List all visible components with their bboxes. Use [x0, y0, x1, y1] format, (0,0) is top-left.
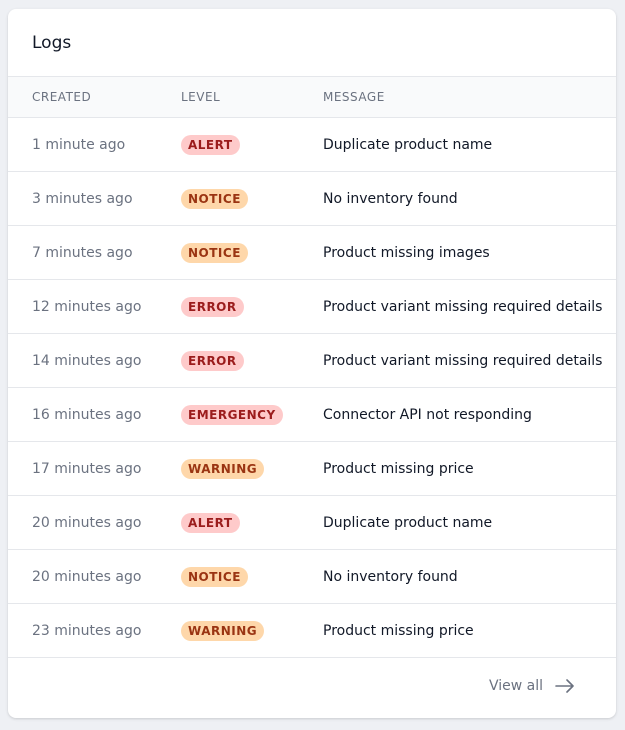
log-level-cell: NOTICE — [181, 188, 248, 209]
log-level-cell: EMERGENCY — [181, 404, 283, 425]
level-badge: WARNING — [181, 459, 265, 479]
column-header-created: CREATED — [32, 90, 92, 104]
table-row: 17 minutes ago WARNING Product missing p… — [8, 442, 616, 496]
view-all-label: View all — [488, 678, 543, 694]
level-badge: WARNING — [181, 621, 265, 641]
log-created: 1 minute ago — [32, 136, 126, 153]
table-row: 20 minutes ago NOTICE No inventory found — [8, 550, 616, 604]
table-row: 16 minutes ago EMERGENCY Connector API n… — [8, 388, 616, 442]
log-created: 20 minutes ago — [32, 568, 142, 585]
table-header: CREATED LEVEL MESSAGE — [8, 77, 616, 118]
level-badge: ALERT — [181, 135, 240, 155]
log-message: Product missing price — [323, 460, 474, 477]
log-level-cell: NOTICE — [181, 242, 248, 263]
level-badge: NOTICE — [181, 189, 248, 209]
log-message: No inventory found — [323, 190, 458, 207]
table-body: 1 minute ago ALERT Duplicate product nam… — [8, 118, 616, 658]
log-level-cell: WARNING — [181, 458, 265, 479]
level-badge: ALERT — [181, 513, 240, 533]
log-message: Connector API not responding — [323, 406, 532, 423]
log-message: Duplicate product name — [323, 136, 493, 153]
log-level-cell: ALERT — [181, 134, 240, 155]
log-level-cell: ALERT — [181, 512, 240, 533]
log-created: 17 minutes ago — [32, 460, 142, 477]
level-badge: ERROR — [181, 351, 244, 371]
level-badge: NOTICE — [181, 243, 248, 263]
card-title: Logs — [32, 32, 72, 53]
log-created: 3 minutes ago — [32, 190, 133, 207]
log-level-cell: NOTICE — [181, 566, 248, 587]
log-message: Product variant missing required details — [323, 352, 603, 369]
log-created: 16 minutes ago — [32, 406, 142, 423]
view-all-link[interactable]: View all — [489, 678, 575, 694]
log-created: 12 minutes ago — [32, 298, 142, 315]
card-footer: View all — [8, 658, 616, 716]
column-header-level: LEVEL — [181, 90, 221, 104]
level-badge: NOTICE — [181, 567, 248, 587]
table-row: 23 minutes ago WARNING Product missing p… — [8, 604, 616, 658]
logs-card: Logs CREATED LEVEL MESSAGE 1 minute ago … — [8, 9, 616, 718]
log-created: 14 minutes ago — [32, 352, 142, 369]
table-row: 20 minutes ago ALERT Duplicate product n… — [8, 496, 616, 550]
log-message: No inventory found — [323, 568, 458, 585]
arrow-right-icon — [555, 679, 574, 693]
table-row: 7 minutes ago NOTICE Product missing ima… — [8, 226, 616, 280]
log-message: Product variant missing required details — [323, 298, 603, 315]
column-header-message: MESSAGE — [323, 90, 385, 104]
table-row: 14 minutes ago ERROR Product variant mis… — [8, 334, 616, 388]
log-message: Product missing images — [323, 244, 490, 261]
log-created: 20 minutes ago — [32, 514, 142, 531]
log-created: 23 minutes ago — [32, 622, 142, 639]
level-badge: ERROR — [181, 297, 244, 317]
log-created: 7 minutes ago — [32, 244, 133, 261]
level-badge: EMERGENCY — [181, 405, 283, 425]
table-row: 12 minutes ago ERROR Product variant mis… — [8, 280, 616, 334]
log-level-cell: ERROR — [181, 296, 244, 317]
log-message: Duplicate product name — [323, 514, 493, 531]
table-row: 3 minutes ago NOTICE No inventory found — [8, 172, 616, 226]
card-header: Logs — [8, 9, 616, 77]
log-level-cell: WARNING — [181, 620, 265, 641]
table-row: 1 minute ago ALERT Duplicate product nam… — [8, 118, 616, 172]
log-level-cell: ERROR — [181, 350, 244, 371]
log-message: Product missing price — [323, 622, 474, 639]
